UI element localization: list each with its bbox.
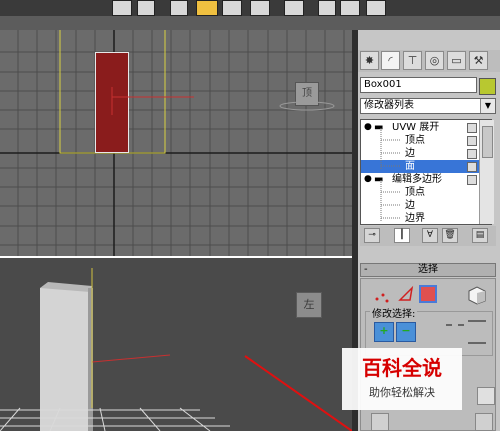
stack-item-label: 顶点 bbox=[405, 187, 425, 198]
layer-icon[interactable] bbox=[250, 0, 270, 16]
motion-icon[interactable]: ◎ bbox=[425, 51, 444, 70]
top-viewport-grid bbox=[0, 30, 352, 256]
grow-selection-icon[interactable]: + bbox=[374, 322, 394, 342]
stack-item-toggle[interactable] bbox=[467, 175, 477, 185]
collapse-icon: - bbox=[364, 264, 368, 275]
select-icon[interactable] bbox=[112, 0, 132, 16]
move-icon[interactable] bbox=[170, 0, 188, 16]
stack-item-label: 顶点 bbox=[405, 135, 425, 146]
stack-item-toggle[interactable] bbox=[467, 123, 477, 133]
object-color-swatch[interactable] bbox=[479, 78, 496, 95]
make-unique-icon[interactable]: ∀ bbox=[422, 228, 438, 243]
perspective-grid bbox=[0, 268, 352, 431]
configure-sets-icon[interactable]: ▤ bbox=[472, 228, 488, 243]
command-panel-tabs: ✸ ◜ ⊤ ◎ ▭ ⚒ bbox=[358, 50, 500, 72]
perspective-viewport[interactable]: 左 bbox=[0, 258, 352, 431]
vertex-select-icon[interactable] bbox=[373, 287, 395, 305]
display-icon[interactable]: ▭ bbox=[447, 51, 466, 70]
watermark-title: 百科全说 bbox=[362, 356, 442, 380]
viewcube-compass-ring bbox=[279, 101, 335, 111]
create-icon[interactable]: ✸ bbox=[360, 51, 379, 70]
stack-scrollbar-thumb[interactable] bbox=[482, 126, 493, 158]
stack-item-toggle[interactable] bbox=[467, 136, 477, 146]
show-end-result-icon[interactable]: ┃ bbox=[394, 228, 410, 243]
modifier-stack[interactable]: ● ▬ UVW 展开 顶点 边 面 ● ▬ 编辑多边形 顶点 边 边界 bbox=[360, 119, 492, 225]
loop-selection-icon[interactable] bbox=[446, 324, 464, 340]
face-select-icon[interactable] bbox=[419, 285, 437, 303]
modifier-list-dropdown[interactable]: 修改器列表 ▼ bbox=[360, 98, 496, 114]
stack-buttons: ⊸ ┃ ∀ 🗑 ▤ bbox=[360, 226, 496, 246]
edge-select-icon[interactable] bbox=[397, 285, 415, 303]
magnet-icon[interactable] bbox=[318, 0, 336, 16]
modify-icon[interactable]: ◜ bbox=[381, 51, 400, 70]
stack-item-toggle[interactable] bbox=[467, 149, 477, 159]
spinner-snap-icon[interactable] bbox=[366, 0, 386, 16]
stack-item-toggle[interactable] bbox=[467, 162, 477, 172]
hierarchy-icon[interactable]: ⊤ bbox=[403, 51, 422, 70]
viewcube-persp-label: 左 bbox=[303, 298, 315, 311]
list-icon[interactable] bbox=[137, 0, 155, 16]
stack-item-label: 边 bbox=[405, 200, 415, 211]
main-toolbar bbox=[0, 0, 500, 31]
percent-icon[interactable] bbox=[340, 0, 360, 16]
element-select-icon[interactable] bbox=[465, 285, 487, 305]
lightbulb-icon[interactable]: ● bbox=[364, 174, 372, 184]
lightbulb-icon[interactable]: ● bbox=[364, 122, 372, 132]
selection-option-button[interactable] bbox=[475, 413, 493, 431]
selection-option-button[interactable] bbox=[371, 413, 389, 431]
modifier-list-label: 修改器列表 bbox=[364, 100, 414, 111]
watermark-logo: 百科全说 助你轻松解决 bbox=[342, 348, 462, 410]
object-name-field[interactable]: Box001 bbox=[360, 77, 477, 93]
remove-modifier-icon[interactable]: 🗑 bbox=[442, 228, 458, 243]
copy-icon[interactable] bbox=[222, 0, 242, 16]
selection-rollout-title: 选择 bbox=[418, 264, 438, 275]
pin-stack-icon[interactable]: ⊸ bbox=[364, 228, 380, 243]
watermark-subtitle: 助你轻松解决 bbox=[369, 386, 435, 399]
stack-tree-lines bbox=[380, 128, 401, 222]
shrink-selection-icon[interactable]: − bbox=[396, 322, 416, 342]
selection-rollout-header[interactable]: - 选择 bbox=[360, 263, 496, 277]
chevron-down-icon: ▼ bbox=[480, 99, 495, 113]
viewcube-persp[interactable]: 左 bbox=[296, 292, 322, 318]
stack-item-label: 边界 bbox=[405, 213, 425, 224]
selection-option-button[interactable] bbox=[477, 387, 495, 405]
snap-icon[interactable] bbox=[284, 0, 304, 16]
stack-item-label: 面 bbox=[405, 161, 415, 172]
transform-gizmo-top[interactable] bbox=[106, 85, 198, 117]
modify-selection-label: 修改选择: bbox=[370, 305, 418, 320]
highlighted-tool-icon[interactable] bbox=[196, 0, 218, 16]
stack-item-label: 边 bbox=[405, 148, 415, 159]
top-viewport[interactable]: 顶 bbox=[0, 30, 352, 258]
ring-selection-icon[interactable] bbox=[468, 320, 486, 344]
viewcube-top-label: 顶 bbox=[302, 88, 312, 99]
utilities-icon[interactable]: ⚒ bbox=[469, 51, 488, 70]
stack-scrollbar[interactable] bbox=[479, 120, 494, 224]
